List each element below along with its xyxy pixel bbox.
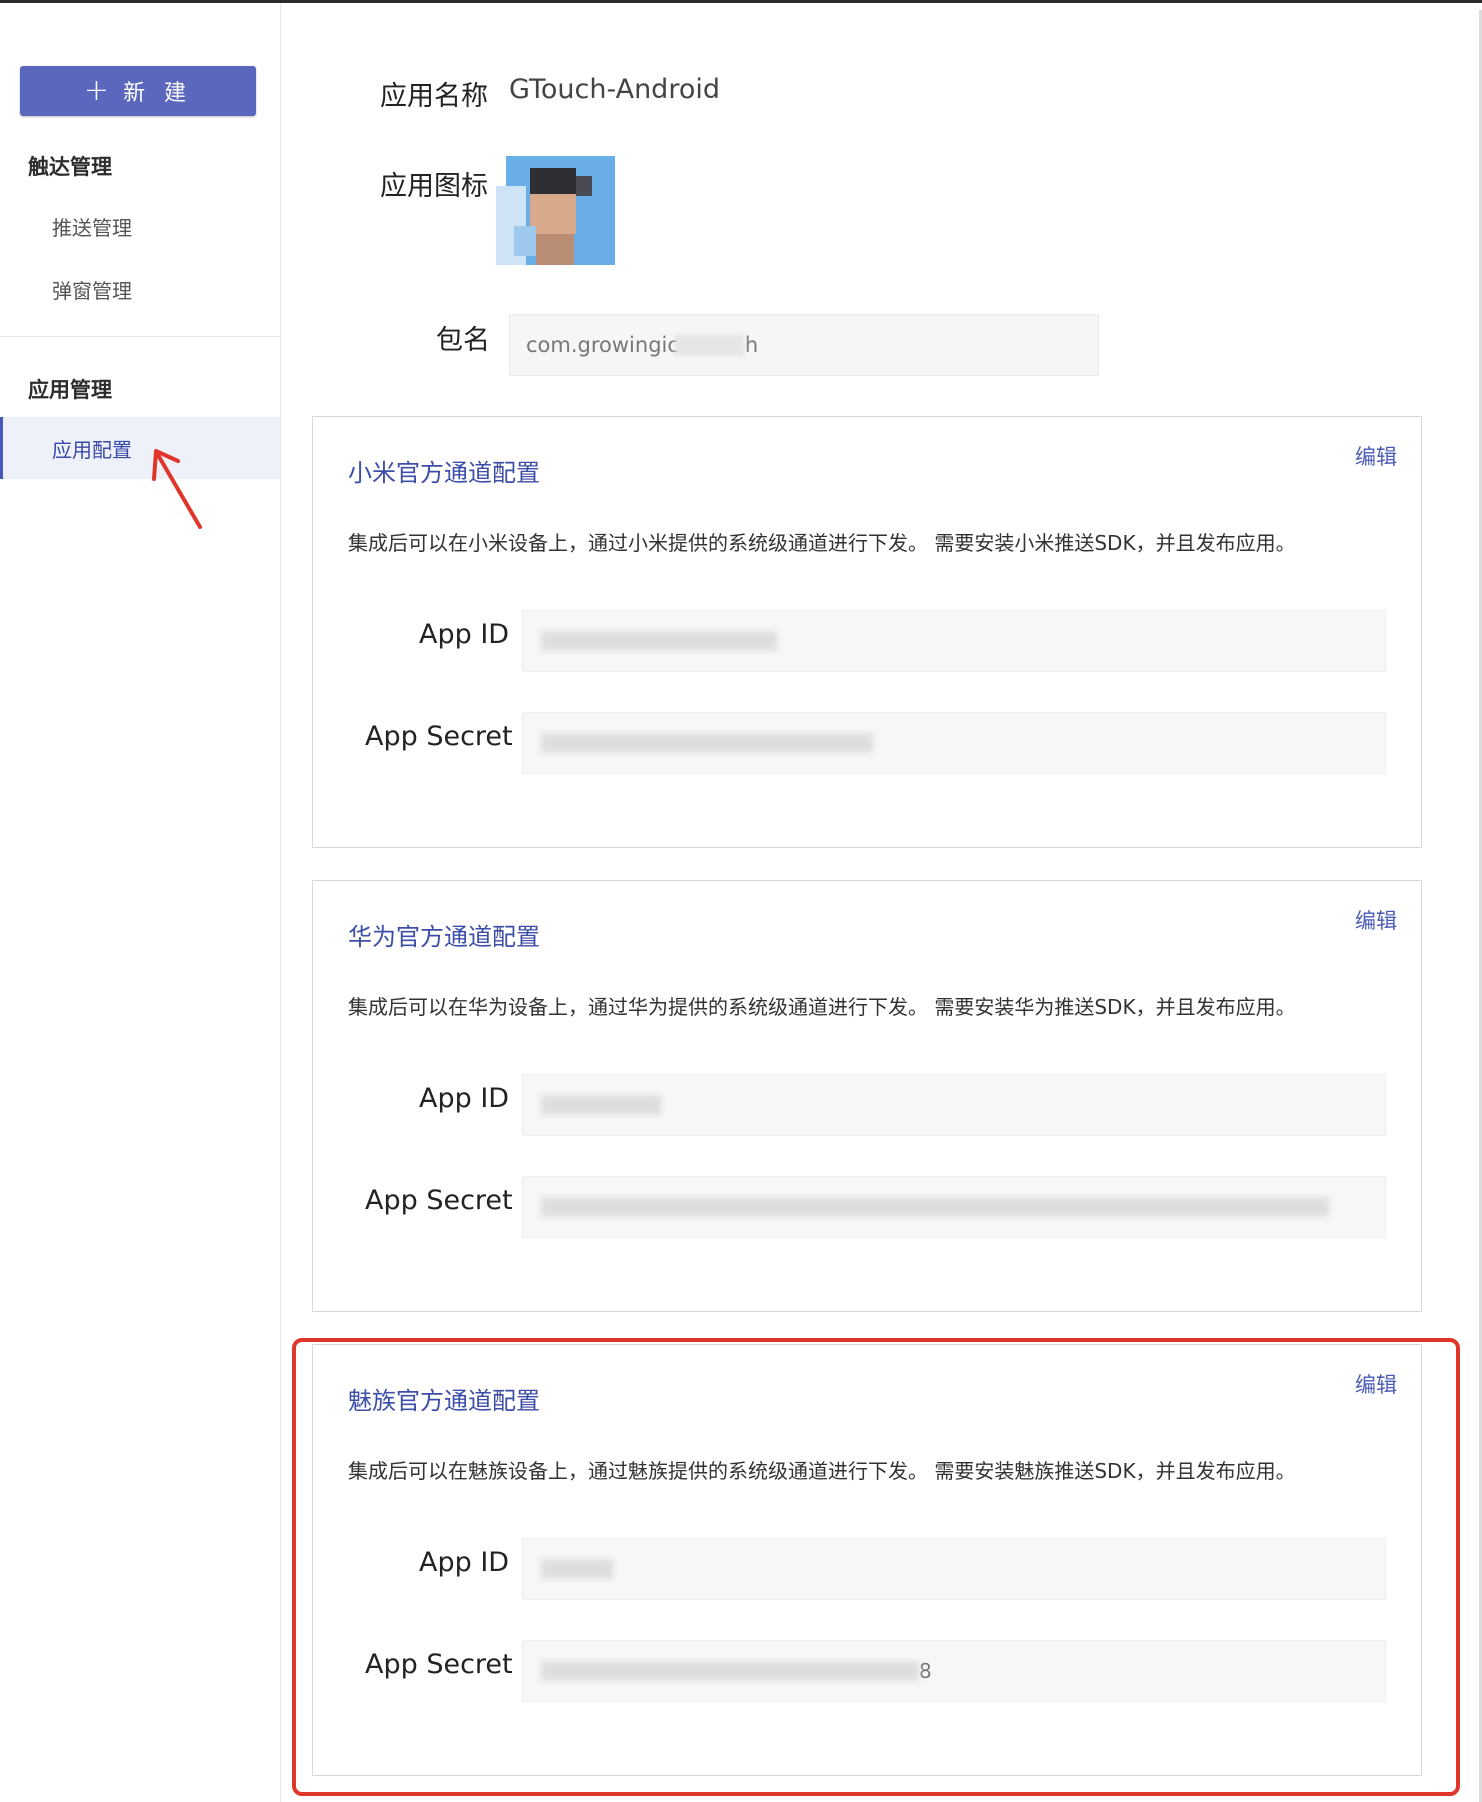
- sidebar-item-popup[interactable]: 弹窗管理: [0, 258, 280, 320]
- app-id-field: [522, 610, 1386, 672]
- redacted-blur: [674, 334, 745, 356]
- huawei-channel-card: 华为官方通道配置 编辑 集成后可以在华为设备上，通过华为提供的系统级通道进行下发…: [312, 880, 1422, 1312]
- card-title: 华为官方通道配置: [348, 923, 540, 951]
- redacted-blur: [541, 733, 873, 753]
- app-id-label: App ID: [419, 619, 510, 650]
- new-button-label: 新 建: [123, 81, 193, 106]
- group-title-touch: 触达管理: [28, 155, 112, 179]
- app-id-label: App ID: [419, 1083, 510, 1114]
- package-value: com.growingic: [526, 333, 679, 357]
- package-field: com.growingic h: [509, 314, 1099, 376]
- group-title-app: 应用管理: [28, 378, 112, 402]
- red-arrow-annotation: [152, 449, 202, 529]
- red-highlight-box: [292, 1338, 1460, 1796]
- app-name-value: GTouch-Android: [509, 74, 720, 105]
- redacted-blur: [541, 1197, 1329, 1217]
- sidebar-divider: [0, 336, 280, 337]
- redacted-blur: [541, 631, 777, 651]
- card-description: 集成后可以在小米设备上，通过小米提供的系统级通道进行下发。 需要安装小米推送SD…: [348, 531, 1296, 555]
- app-secret-label: App Secret: [365, 721, 513, 752]
- sidebar-item-label: 弹窗管理: [52, 278, 132, 303]
- app-id-field: [522, 1074, 1386, 1136]
- package-label: 包名: [436, 325, 490, 356]
- sidebar-item-push[interactable]: 推送管理: [0, 195, 280, 257]
- sidebar-item-label: 应用配置: [52, 437, 132, 462]
- card-title: 小米官方通道配置: [348, 459, 540, 487]
- redacted-blur: [541, 1095, 661, 1115]
- xiaomi-channel-card: 小米官方通道配置 编辑 集成后可以在小米设备上，通过小米提供的系统级通道进行下发…: [312, 416, 1422, 848]
- new-button[interactable]: + 新 建: [20, 66, 256, 116]
- app-secret-label: App Secret: [365, 1185, 513, 1216]
- card-description: 集成后可以在华为设备上，通过华为提供的系统级通道进行下发。 需要安装华为推送SD…: [348, 995, 1296, 1019]
- package-value-tail: h: [744, 333, 759, 357]
- app-secret-field: [522, 712, 1386, 774]
- sidebar: + 新 建 触达管理 推送管理 弹窗管理 应用管理 应用配置: [0, 3, 281, 1802]
- edit-button[interactable]: 编辑: [1355, 441, 1397, 471]
- edit-button[interactable]: 编辑: [1355, 905, 1397, 935]
- sidebar-item-label: 推送管理: [52, 215, 132, 240]
- app-icon-label: 应用图标: [380, 171, 488, 202]
- plus-icon: +: [83, 73, 110, 108]
- app-secret-field: [522, 1176, 1386, 1238]
- app-icon-image: [496, 156, 615, 265]
- app-name-label: 应用名称: [380, 81, 488, 112]
- sidebar-item-app-config[interactable]: 应用配置: [0, 417, 280, 479]
